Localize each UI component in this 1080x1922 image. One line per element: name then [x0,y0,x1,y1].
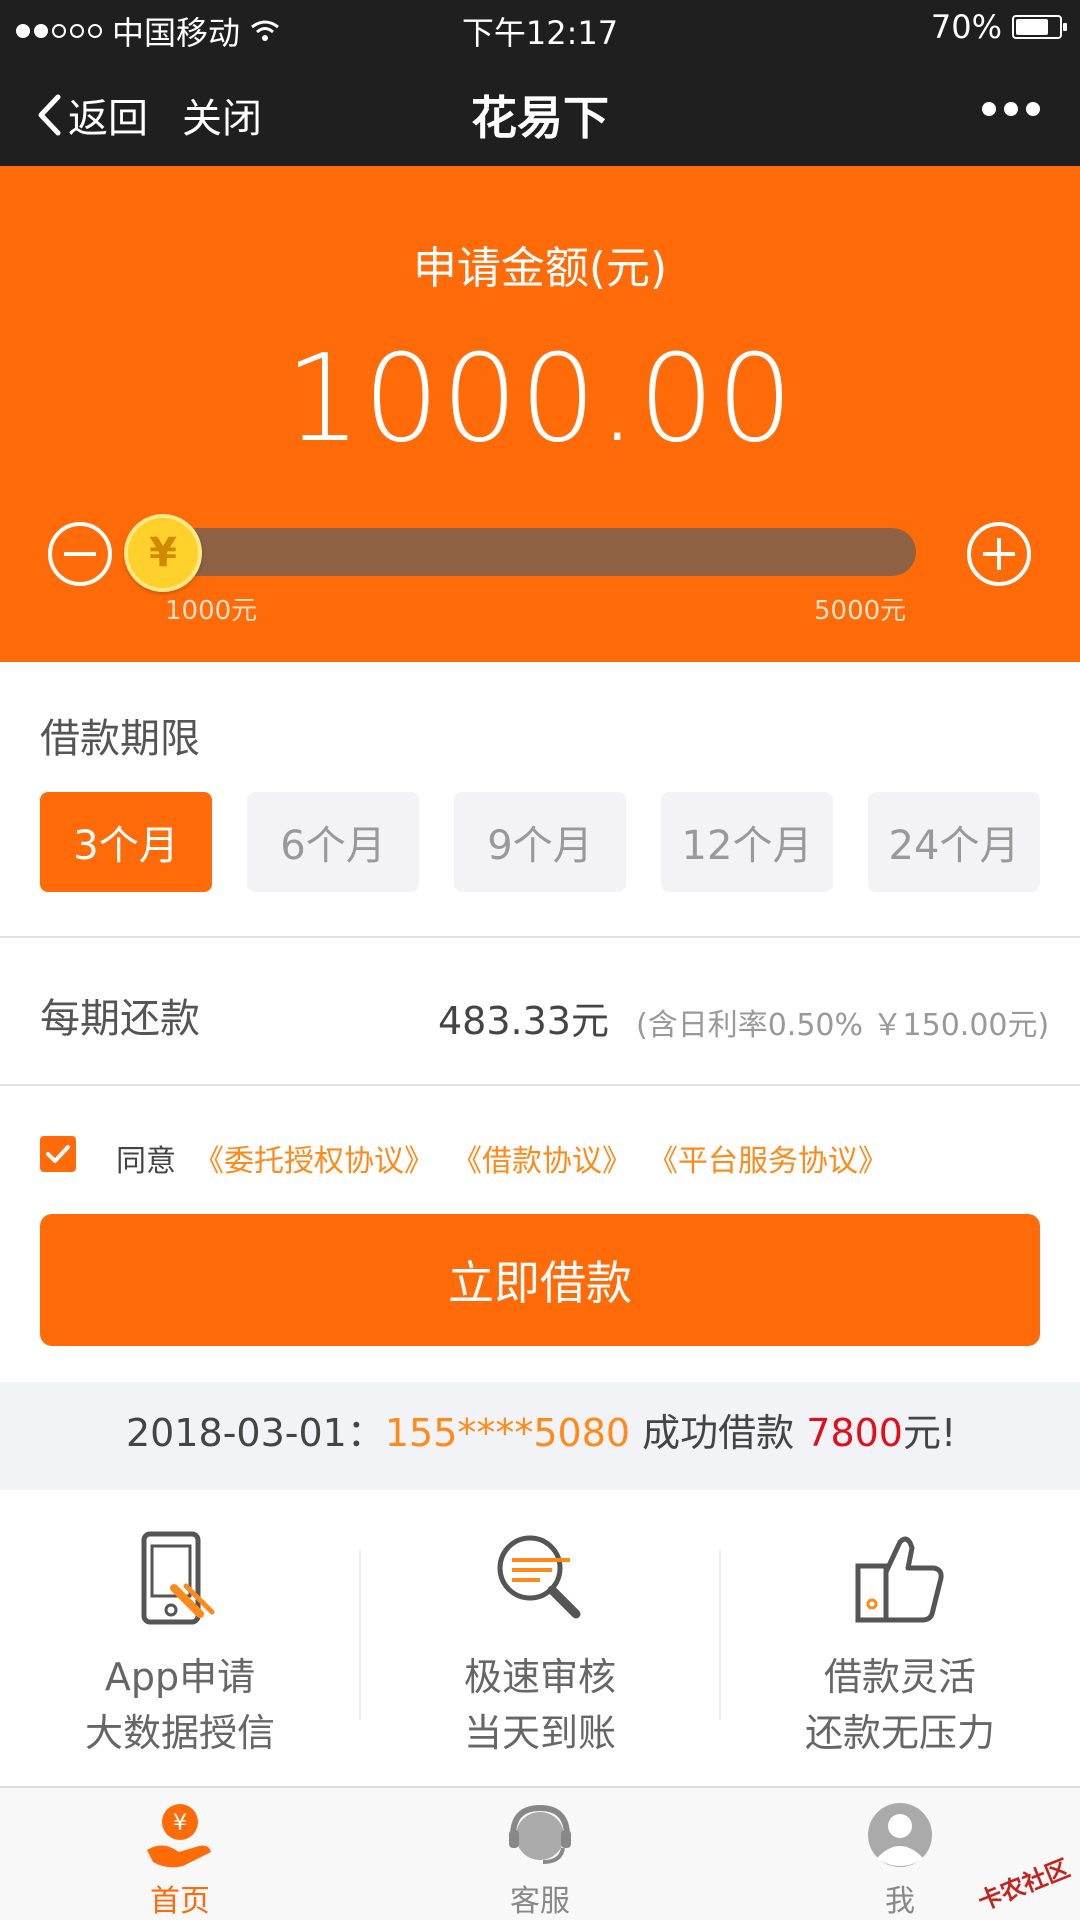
amount-label: 申请金额(元) [412,243,668,294]
term-option-12-months[interactable]: 12个月 [661,792,833,892]
home-yen-icon: ¥ [147,1804,211,1868]
repayment-label: 每期还款 [40,996,200,1042]
tab-label: 客服 [510,1884,570,1919]
more-menu-button[interactable] [982,102,1040,116]
feature-divider [359,1550,361,1720]
loan-agreement-link[interactable]: 《借款协议》 [452,1136,632,1180]
divider [0,1084,1080,1086]
increase-amount-button[interactable] [967,522,1031,586]
divider [0,936,1080,938]
battery-percent: 70% [930,8,1002,46]
battery-info: 70% [930,8,1067,46]
tab-label: 首页 [150,1884,210,1919]
feature-line1: 借款灵活 [823,1655,976,1699]
tab-customer-service[interactable]: 客服 [360,1788,720,1922]
platform-service-agreement-link[interactable]: 《平台服务协议》 [648,1136,888,1180]
borrow-now-button[interactable]: 立即借款 [40,1214,1040,1346]
profile-icon [868,1803,932,1867]
tab-bar: ¥ 首页 客服 我 [0,1786,1080,1920]
loan-ticker: 2018-03-01：155****5080 成功借款 7800元! [0,1382,1080,1490]
magnifier-icon [497,1535,581,1619]
thumbs-up-icon [855,1536,944,1623]
feature-line2: 大数据授信 [84,1711,275,1755]
customer-service-icon [509,1804,571,1864]
nav-bar: 返回 关闭 花易下 [0,56,1080,166]
term-option-3-months[interactable]: 3个月 [40,792,212,892]
feature-line2: 还款无压力 [804,1711,995,1755]
slider-max-label: 5000元 [814,596,907,626]
svg-text:¥: ¥ [173,1811,187,1836]
chevron-left-icon [38,94,61,136]
agreement-checkbox[interactable] [40,1136,76,1172]
ticker-date: 2018-03-01： [126,1411,385,1455]
more-dots-icon [982,102,996,116]
feature-section: App申请 大数据授信 极速审核 当天到账 借款灵活 还款无压力 [0,1490,1080,1786]
feature-fast-review: 极速审核 当天到账 [360,1490,720,1786]
ticker-amount: 7800 [806,1411,903,1455]
amount-value: 1000.00 [284,330,796,469]
amount-slider-handle[interactable]: ¥ [124,514,202,592]
amount-panel: 申请金额(元) 1000.00 ¥ 1000元 5000元 [0,166,1080,662]
feature-app-apply: App申请 大数据授信 [0,1490,360,1786]
tab-home[interactable]: ¥ 首页 [0,1788,360,1922]
repayment-value: 483.33元 [438,999,609,1043]
back-label: 返回 [68,96,148,142]
checkmark-icon [46,1145,70,1163]
feature-divider [719,1550,721,1720]
term-option-9-months[interactable]: 9个月 [454,792,626,892]
term-option-24-months[interactable]: 24个月 [868,792,1040,892]
close-button[interactable]: 关闭 [182,86,262,144]
ticker-middle: 成功借款 [630,1411,807,1455]
feature-line2: 当天到账 [463,1711,616,1755]
repayment-note: (含日利率0.50% ￥150.00元) [636,1008,1050,1043]
term-option-6-months[interactable]: 6个月 [247,792,419,892]
decrease-amount-button[interactable] [48,522,112,586]
ticker-suffix: 元! [902,1411,957,1455]
loan-term-label: 借款期限 [40,716,200,762]
status-bar: 中国移动 下午12:17 70% [0,0,1080,56]
battery-icon [1012,15,1067,39]
agreement-prefix: 同意 [116,1144,176,1179]
entrust-authorization-agreement-link[interactable]: 《委托授权协议》 [194,1136,434,1180]
feature-flexible-loan: 借款灵活 还款无压力 [720,1490,1080,1786]
back-button[interactable]: 返回 [36,86,148,144]
feature-line1: 极速审核 [463,1655,616,1699]
tab-profile[interactable]: 我 [720,1788,1080,1922]
page-title: 花易下 [471,91,609,145]
status-time: 下午12:17 [461,14,619,52]
ticker-line: 2018-03-01：155****5080 成功借款 7800元! [126,1402,956,1457]
ticker-phone: 155****5080 [384,1411,631,1455]
phone-app-icon [141,1531,215,1625]
feature-line1: App申请 [104,1655,256,1699]
slider-min-label: 1000元 [165,596,258,626]
amount-slider-track[interactable] [150,528,916,576]
